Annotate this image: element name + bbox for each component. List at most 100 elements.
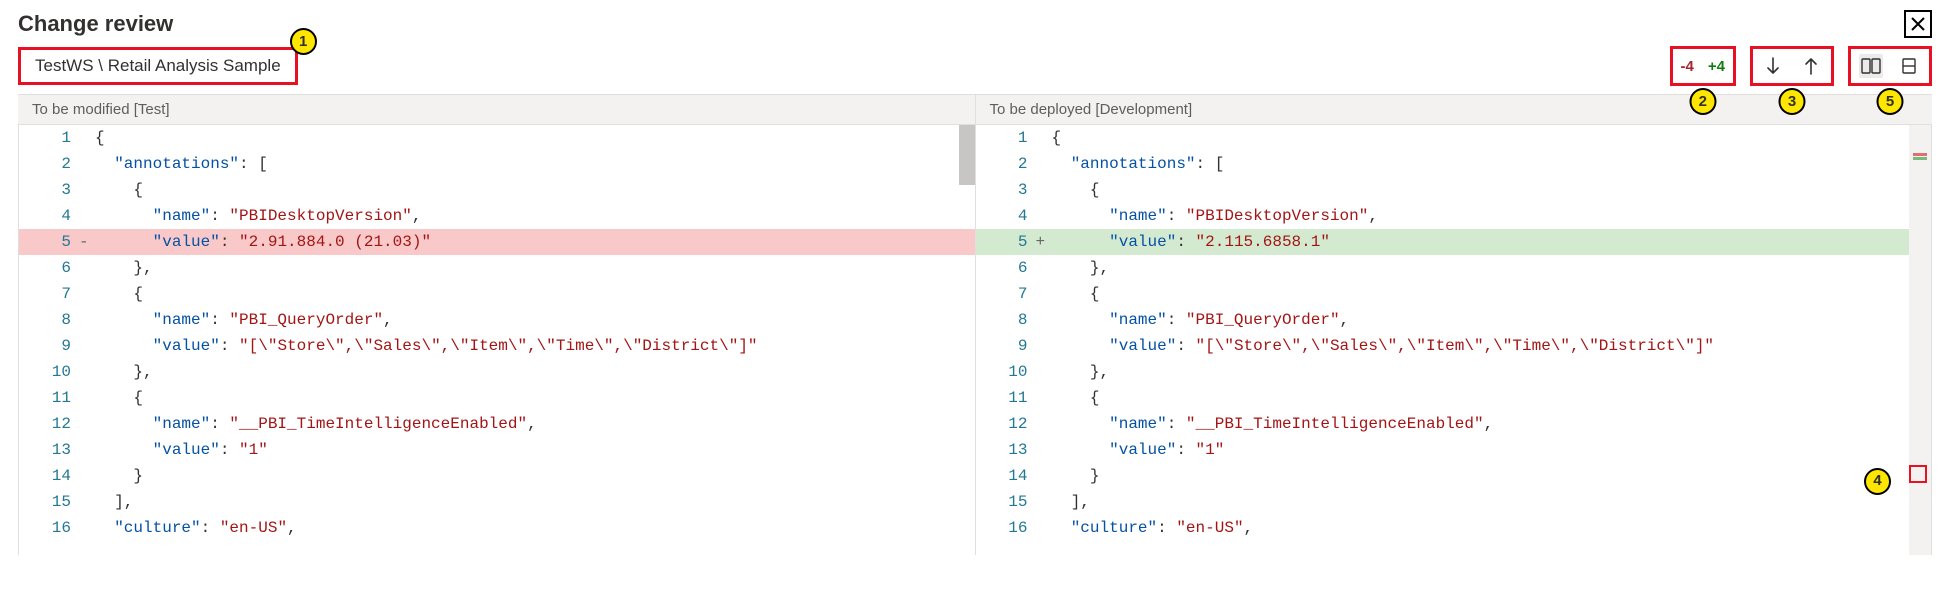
line-number: 13 — [19, 437, 79, 463]
diff-marker: + — [1036, 229, 1050, 255]
code-content: "value": "1" — [93, 437, 975, 463]
code-line: 3 { — [19, 177, 975, 203]
right-code-pane[interactable]: 4 1{2 "annotations": [ 3 {4 "name": "PBID… — [975, 125, 1932, 555]
left-code-pane[interactable]: 1{2 "annotations": [3 {4 "name": "PBIDes… — [19, 125, 975, 555]
diff-marker — [1036, 463, 1050, 489]
code-line: 2 "annotations": [ — [19, 151, 975, 177]
diff-marker — [1036, 411, 1050, 437]
code-line: 10 }, — [976, 359, 1932, 385]
code-line: 16 "culture": "en-US", — [976, 515, 1932, 541]
diff-marker — [79, 489, 93, 515]
code-line: 1{ — [976, 125, 1932, 151]
code-content: "annotations": [ — [93, 151, 975, 177]
prev-change-button[interactable] — [1799, 54, 1823, 78]
close-button[interactable] — [1904, 10, 1932, 38]
code-line: 5- "value": "2.91.884.0 (21.03)" — [19, 229, 975, 255]
code-line: 10 }, — [19, 359, 975, 385]
callout-4: 4 — [1864, 468, 1891, 495]
code-content: } — [1050, 463, 1932, 489]
line-number: 13 — [976, 437, 1036, 463]
left-pane-header: To be modified [Test] — [18, 95, 975, 124]
side-by-side-icon — [1861, 58, 1881, 74]
code-content: }, — [93, 359, 975, 385]
line-number: 10 — [19, 359, 79, 385]
line-number: 11 — [976, 385, 1036, 411]
code-line: 14 } — [19, 463, 975, 489]
diff-marker — [1036, 489, 1050, 515]
line-number: 16 — [976, 515, 1036, 541]
diff-marker — [79, 203, 93, 229]
code-line: 13 "value": "1" — [976, 437, 1932, 463]
line-number: 4 — [19, 203, 79, 229]
view-mode-group: 5 — [1848, 46, 1932, 86]
code-content: "value": "1" — [1050, 437, 1932, 463]
line-number: 5 — [19, 229, 79, 255]
code-line: 9 "value": "[\"Store\",\"Sales\",\"Item\… — [19, 333, 975, 359]
line-number: 15 — [19, 489, 79, 515]
code-content: { — [1050, 281, 1932, 307]
diff-marker — [79, 515, 93, 541]
line-number: 9 — [976, 333, 1036, 359]
code-content: "value": "2.91.884.0 (21.03)" — [93, 229, 975, 255]
line-number: 2 — [976, 151, 1036, 177]
code-content: "name": "__PBI_TimeIntelligenceEnabled", — [93, 411, 975, 437]
next-change-button[interactable] — [1761, 54, 1785, 78]
line-number: 12 — [19, 411, 79, 437]
code-line: 1{ — [19, 125, 975, 151]
diff-marker — [1036, 177, 1050, 203]
code-content: { — [93, 125, 975, 151]
line-number: 1 — [19, 125, 79, 151]
code-line: 8 "name": "PBI_QueryOrder", — [976, 307, 1932, 333]
code-content: "name": "PBI_QueryOrder", — [1050, 307, 1932, 333]
diff-marker — [1036, 333, 1050, 359]
code-line: 7 { — [976, 281, 1932, 307]
code-content: "value": "[\"Store\",\"Sales\",\"Item\",… — [93, 333, 975, 359]
overview-ruler[interactable] — [1909, 125, 1931, 555]
line-number: 6 — [19, 255, 79, 281]
code-content: "annotations": [ — [1050, 151, 1932, 177]
line-number: 3 — [976, 177, 1036, 203]
code-line: 13 "value": "1" — [19, 437, 975, 463]
code-line: 8 "name": "PBI_QueryOrder", — [19, 307, 975, 333]
line-number: 5 — [976, 229, 1036, 255]
diff-marker — [79, 463, 93, 489]
diff-marker — [79, 307, 93, 333]
line-number: 8 — [19, 307, 79, 333]
code-content: } — [93, 463, 975, 489]
line-number: 12 — [976, 411, 1036, 437]
code-content: "name": "PBIDesktopVersion", — [1050, 203, 1932, 229]
pane-headers: To be modified [Test] To be deployed [De… — [18, 94, 1932, 125]
code-content: { — [93, 281, 975, 307]
left-scrollbar[interactable] — [959, 125, 975, 185]
breadcrumb-text: TestWS \ Retail Analysis Sample — [35, 56, 281, 75]
diff-marker — [79, 125, 93, 151]
line-number: 11 — [19, 385, 79, 411]
side-by-side-view-button[interactable] — [1859, 54, 1883, 78]
code-line: 6 }, — [976, 255, 1932, 281]
code-content: ], — [93, 489, 975, 515]
code-content: }, — [1050, 359, 1932, 385]
diff-marker — [1036, 281, 1050, 307]
line-number: 6 — [976, 255, 1036, 281]
page-title: Change review — [18, 11, 173, 37]
code-content: }, — [1050, 255, 1932, 281]
diff-marker — [1036, 307, 1050, 333]
close-icon — [1910, 16, 1926, 32]
line-number: 16 — [19, 515, 79, 541]
code-line: 6 }, — [19, 255, 975, 281]
diff-marker — [1036, 125, 1050, 151]
nav-group: 3 — [1750, 46, 1834, 86]
added-count: +4 — [1708, 58, 1725, 75]
diff-marker — [1036, 151, 1050, 177]
diff-marker — [1036, 385, 1050, 411]
code-line: 4 "name": "PBIDesktopVersion", — [976, 203, 1932, 229]
inline-view-button[interactable] — [1897, 54, 1921, 78]
line-number: 1 — [976, 125, 1036, 151]
line-number: 7 — [976, 281, 1036, 307]
line-number: 14 — [19, 463, 79, 489]
line-number: 3 — [19, 177, 79, 203]
code-content: "culture": "en-US", — [1050, 515, 1932, 541]
overview-added-mark — [1913, 157, 1927, 160]
diff-marker: - — [79, 229, 93, 255]
diff-marker — [79, 151, 93, 177]
